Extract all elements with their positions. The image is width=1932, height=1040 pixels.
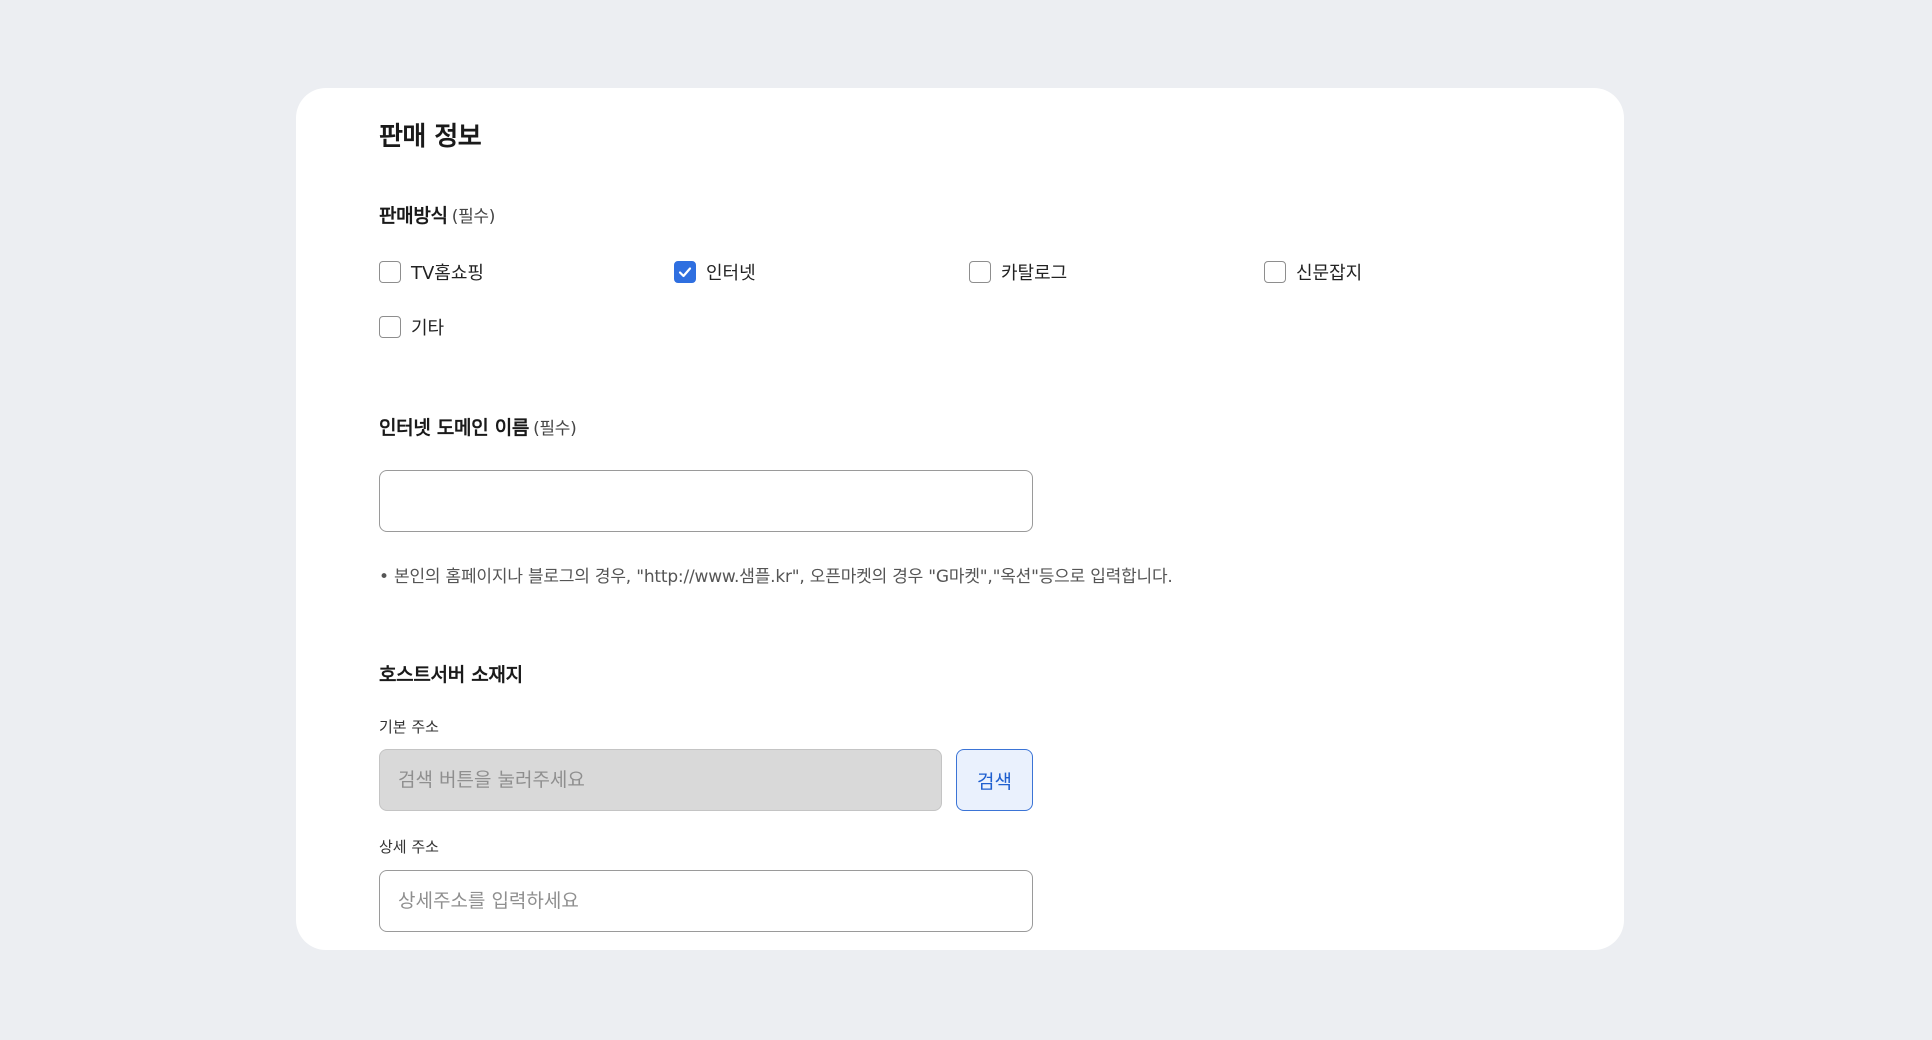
page-title: 판매 정보 (379, 122, 482, 152)
checkbox-internet[interactable]: 인터넷 (674, 259, 969, 285)
checkbox-label: 기타 (411, 318, 445, 339)
checkbox-catalog[interactable]: 카탈로그 (969, 259, 1264, 285)
checkbox-box-checked[interactable] (674, 261, 696, 283)
host-server-label: 호스트서버 소재지 (379, 664, 523, 686)
checkbox-label: TV홈쇼핑 (411, 263, 484, 284)
checkbox-box[interactable] (1264, 261, 1286, 283)
sales-method-label: 판매방식 (필수) (379, 201, 495, 228)
checkbox-other[interactable]: 기타 (379, 314, 674, 340)
sales-method-label-text: 판매방식 (379, 205, 448, 227)
domain-label: 인터넷 도메인 이름 (필수) (379, 413, 577, 440)
required-marker: (필수) (451, 207, 496, 227)
checkbox-label: 카탈로그 (1001, 263, 1068, 284)
domain-label-text: 인터넷 도메인 이름 (379, 417, 530, 439)
address-search-button[interactable]: 검색 (956, 749, 1033, 811)
domain-input[interactable] (379, 470, 1033, 532)
checkbox-label: 인터넷 (706, 263, 756, 284)
detail-address-input[interactable] (379, 870, 1033, 932)
checkbox-label: 신문잡지 (1296, 263, 1363, 284)
checkbox-box[interactable] (379, 261, 401, 283)
checkbox-tv-homeshopping[interactable]: TV홈쇼핑 (379, 259, 674, 285)
checkbox-box[interactable] (379, 316, 401, 338)
base-address-label: 기본 주소 (379, 718, 439, 736)
sales-info-card: 판매 정보 판매방식 (필수) TV홈쇼핑 인터넷 카탈로그 신문잡지 기타 인… (296, 88, 1624, 950)
sales-method-options-row-1: TV홈쇼핑 인터넷 카탈로그 신문잡지 (379, 259, 1559, 285)
sales-method-options-row-2: 기타 (379, 314, 674, 340)
base-address-input[interactable] (379, 749, 942, 811)
checkbox-box[interactable] (969, 261, 991, 283)
checkbox-newspaper-magazine[interactable]: 신문잡지 (1264, 259, 1559, 285)
domain-hint: • 본인의 홈페이지나 블로그의 경우, "http://www.샘플.kr",… (379, 567, 1173, 587)
required-marker: (필수) (533, 419, 577, 439)
detail-address-label: 상세 주소 (379, 838, 439, 856)
checkmark-icon (678, 267, 692, 278)
